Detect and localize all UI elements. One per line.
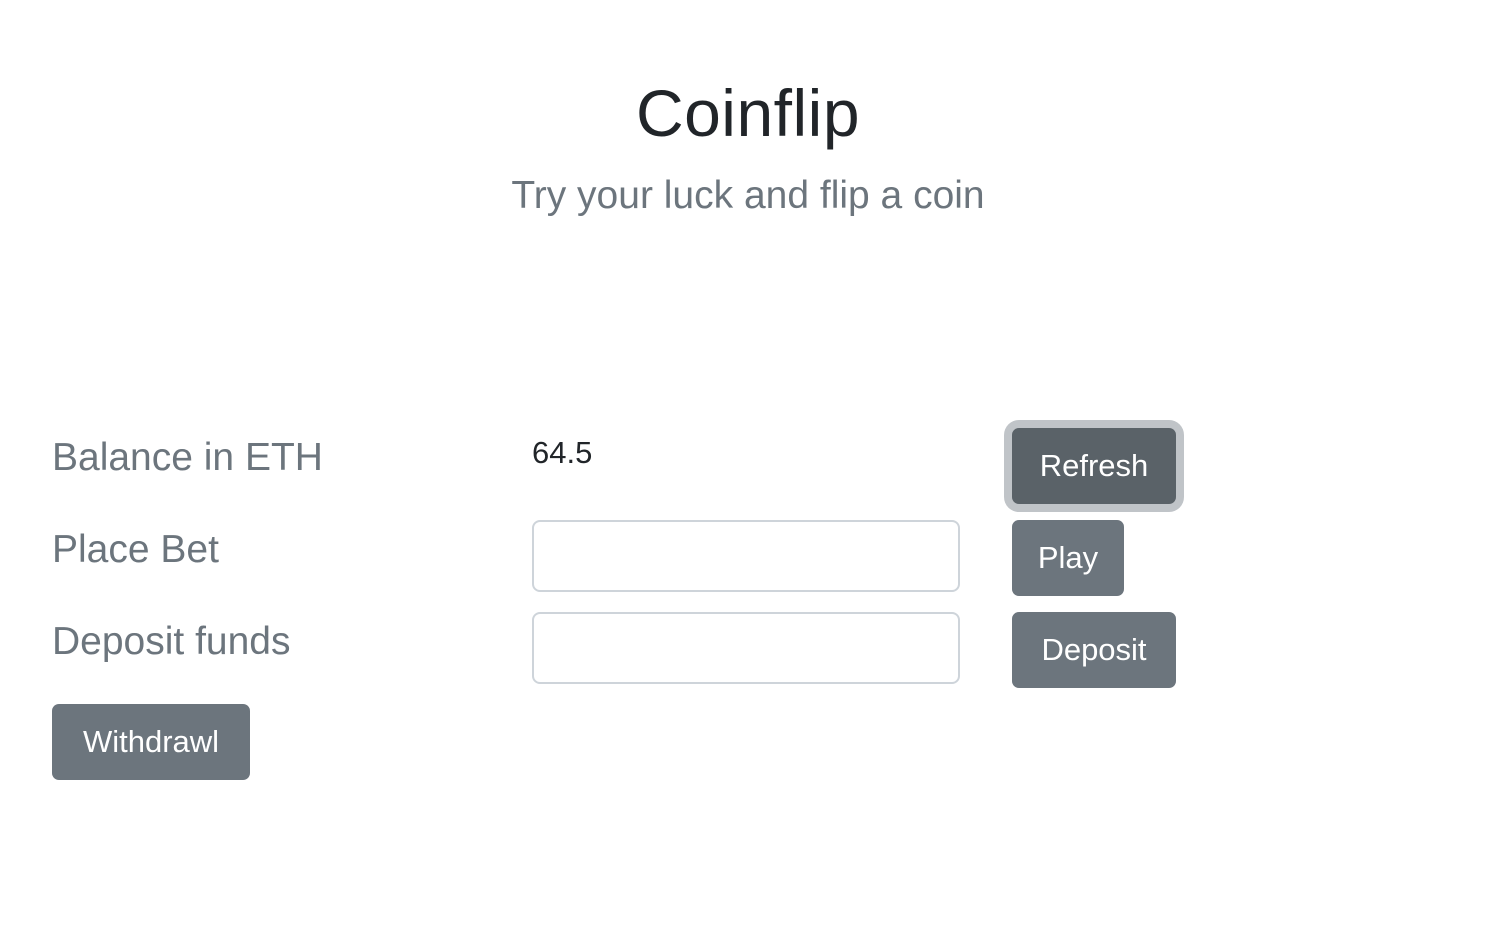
withdraw-button[interactable]: Withdrawl [52,704,250,780]
bet-amount-input[interactable] [532,520,960,592]
page-subtitle: Try your luck and flip a coin [511,174,985,217]
refresh-button[interactable]: Refresh [1012,428,1176,504]
place-bet-label: Place Bet [52,528,219,571]
deposit-amount-input[interactable] [532,612,960,684]
coinflip-page: Coinflip Try your luck and flip a coin B… [0,0,1490,934]
page-title: Coinflip [635,76,861,150]
play-button[interactable]: Play [1012,520,1124,596]
balance-value: 64.5 [532,435,593,470]
deposit-funds-label: Deposit funds [52,620,291,663]
balance-label: Balance in ETH [52,436,323,479]
deposit-button[interactable]: Deposit [1012,612,1176,688]
